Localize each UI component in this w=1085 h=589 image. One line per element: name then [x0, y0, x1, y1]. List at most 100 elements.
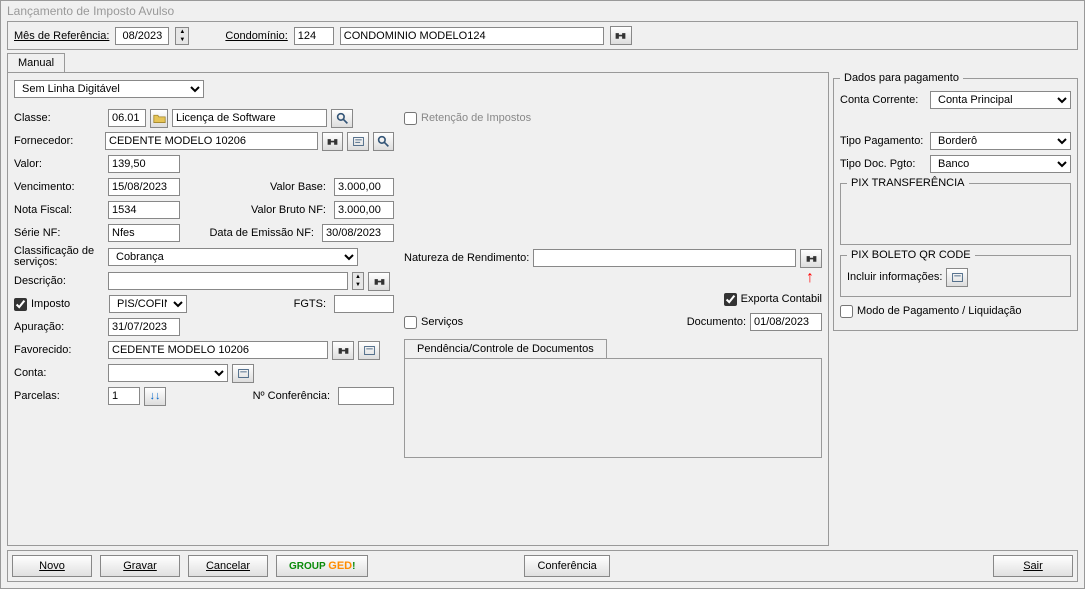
window-title: Lançamento de Imposto Avulso: [1, 1, 1084, 21]
fgts-input[interactable]: [334, 295, 394, 313]
serie-nf-label: Série NF:: [14, 227, 104, 239]
fornecedor-search-button[interactable]: [373, 132, 394, 151]
magnifier-icon: [336, 112, 349, 125]
valor-base-input[interactable]: [334, 178, 394, 196]
nota-fiscal-input[interactable]: [108, 201, 180, 219]
fgts-label: FGTS:: [191, 298, 330, 310]
descricao-binoculars-button[interactable]: [368, 272, 390, 291]
card-icon: [352, 135, 365, 148]
binoculars-icon: [373, 275, 386, 288]
valor-base-label: Valor Base:: [184, 181, 330, 193]
mes-ref-input[interactable]: [115, 27, 169, 45]
pix-transferencia-legend: PIX TRANSFERÊNCIA: [847, 177, 969, 189]
vencimento-label: Vencimento:: [14, 181, 104, 193]
pix-boleto-fieldset: PIX BOLETO QR CODE Incluir informações:: [840, 249, 1071, 297]
favorecido-input[interactable]: [108, 341, 328, 359]
fornecedor-input[interactable]: [105, 132, 318, 150]
cancelar-button[interactable]: Cancelar: [188, 555, 268, 577]
descricao-input[interactable]: [108, 272, 348, 290]
tipo-pagamento-select[interactable]: Borderô: [930, 132, 1071, 150]
valor-bruto-label: Valor Bruto NF:: [184, 204, 330, 216]
imposto-label: Imposto: [31, 298, 105, 310]
classificacao-select[interactable]: Cobrança: [108, 248, 358, 266]
binoculars-icon: [326, 135, 339, 148]
tipo-doc-select[interactable]: Banco: [930, 155, 1071, 173]
documento-label: Documento:: [687, 316, 746, 328]
conta-corrente-label: Conta Corrente:: [840, 94, 926, 106]
pix-transferencia-fieldset: PIX TRANSFERÊNCIA: [840, 177, 1071, 245]
dados-pagamento-fieldset: Dados para pagamento Conta Corrente: Con…: [833, 72, 1078, 331]
nota-fiscal-label: Nota Fiscal:: [14, 204, 104, 216]
servicos-checkbox[interactable]: [404, 316, 417, 329]
documento-input[interactable]: [750, 313, 822, 331]
num-conferencia-input[interactable]: [338, 387, 394, 405]
parcelas-input[interactable]: [108, 387, 140, 405]
servicos-label: Serviços: [421, 316, 463, 328]
imposto-checkbox[interactable]: [14, 298, 27, 311]
dados-pagamento-legend: Dados para pagamento: [840, 72, 963, 84]
tab-manual[interactable]: Manual: [7, 53, 65, 73]
natureza-binoculars-button[interactable]: [800, 249, 822, 268]
classe-code-input[interactable]: [108, 109, 146, 127]
conta-card-button[interactable]: [232, 364, 254, 383]
card-icon: [237, 367, 250, 380]
card-icon: [363, 344, 376, 357]
main-panel: Sem Linha Digitável Classe:: [7, 72, 829, 546]
fornecedor-label: Fornecedor:: [14, 135, 101, 147]
valor-label: Valor:: [14, 158, 104, 170]
descricao-label: Descrição:: [14, 275, 104, 287]
parcelas-button[interactable]: ↓↓: [144, 387, 166, 406]
modo-pagamento-checkbox[interactable]: [840, 305, 853, 318]
tipo-pagamento-label: Tipo Pagamento:: [840, 135, 926, 147]
arrow-pointer-icon: ↑: [806, 269, 814, 286]
descricao-spinner[interactable]: ▲▼: [352, 272, 364, 290]
incluir-info-label: Incluir informações:: [847, 271, 942, 283]
imposto-select[interactable]: PIS/COFINS/CSLL: [109, 295, 187, 313]
search-condominio-button[interactable]: [610, 26, 632, 45]
novo-button[interactable]: Novo: [12, 555, 92, 577]
modo-pagamento-label: Modo de Pagamento / Liquidação: [857, 305, 1022, 317]
vencimento-input[interactable]: [108, 178, 180, 196]
conta-corrente-select[interactable]: Conta Principal: [930, 91, 1071, 109]
ged-logo: GROUP GED!: [289, 560, 355, 572]
bottom-toolbar: Novo Gravar Cancelar GROUP GED! Conferên…: [7, 550, 1078, 582]
retencao-label: Retenção de Impostos: [421, 112, 531, 124]
exporta-contabil-label: Exporta Contabil: [741, 293, 822, 305]
valor-bruto-input[interactable]: [334, 201, 394, 219]
condominio-label: Condomínio:: [225, 30, 287, 42]
valor-input[interactable]: [108, 155, 180, 173]
data-emissao-label: Data de Emissão NF:: [184, 227, 318, 239]
folder-icon: [153, 112, 166, 125]
natureza-input[interactable]: [533, 249, 796, 267]
gravar-button[interactable]: Gravar: [100, 555, 180, 577]
num-conferencia-label: Nº Conferência:: [170, 390, 334, 402]
fornecedor-card-button[interactable]: [347, 132, 368, 151]
incluir-info-button[interactable]: [946, 268, 968, 287]
group-ged-button[interactable]: GROUP GED!: [276, 555, 368, 577]
conta-select[interactable]: [108, 364, 228, 382]
conferencia-button[interactable]: Conferência: [524, 555, 609, 577]
exporta-contabil-checkbox[interactable]: [724, 293, 737, 306]
mes-ref-label: Mês de Referência:: [14, 30, 109, 42]
tipo-doc-label: Tipo Doc. Pgto:: [840, 158, 926, 170]
condominio-name-input[interactable]: [340, 27, 604, 45]
apuracao-label: Apuração:: [14, 321, 104, 333]
favorecido-binoculars-button[interactable]: [332, 341, 354, 360]
retencao-checkbox[interactable]: [404, 112, 417, 125]
favorecido-card-button[interactable]: [358, 341, 380, 360]
magnifier-icon: [377, 135, 390, 148]
sair-button[interactable]: Sair: [993, 555, 1073, 577]
classe-search-button[interactable]: [331, 109, 353, 128]
data-emissao-input[interactable]: [322, 224, 394, 242]
classe-folder-button[interactable]: [150, 109, 168, 128]
tab-pendencia[interactable]: Pendência/Controle de Documentos: [404, 339, 607, 358]
condominio-code-input[interactable]: [294, 27, 334, 45]
fornecedor-binoculars-button[interactable]: [322, 132, 343, 151]
parcelas-label: Parcelas:: [14, 390, 104, 402]
serie-nf-input[interactable]: [108, 224, 180, 242]
binoculars-icon: [614, 29, 627, 42]
classe-name-input[interactable]: [172, 109, 327, 127]
linha-digitavel-select[interactable]: Sem Linha Digitável: [14, 80, 204, 98]
apuracao-input[interactable]: [108, 318, 180, 336]
mes-ref-spinner[interactable]: ▲▼: [175, 27, 189, 45]
